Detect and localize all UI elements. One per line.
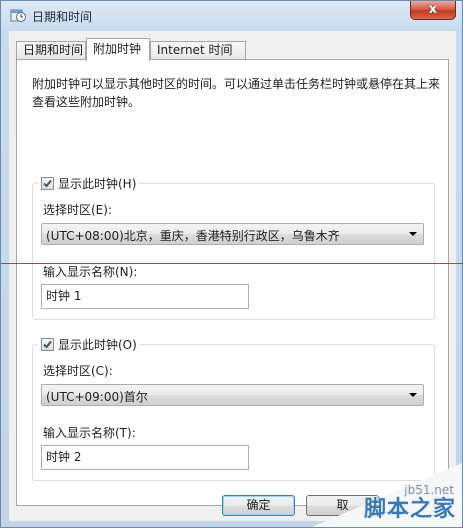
tab-additional-clocks[interactable]: 附加时钟 bbox=[86, 38, 150, 61]
annotation-line bbox=[1, 263, 463, 264]
close-icon: x bbox=[428, 2, 438, 17]
tab-date-time[interactable]: 日期和时间 bbox=[16, 41, 86, 60]
dialog-body: 日期和时间 附加时钟 Internet 时间 附加时钟可以显示其他时区的时间。可… bbox=[9, 31, 456, 521]
clock2-name-input[interactable]: 时钟 2 bbox=[41, 445, 249, 470]
title-bar[interactable]: 日期和时间 x bbox=[1, 1, 462, 31]
clock2-name-label: 输入显示名称(T): bbox=[43, 426, 136, 440]
clock1-name-input[interactable]: 时钟 1 bbox=[41, 284, 249, 309]
dropdown-arrow-icon bbox=[409, 393, 417, 397]
watermark-name: 脚本之家 bbox=[363, 497, 456, 522]
clock1-timezone-select[interactable]: (UTC+08:00)北京，重庆，香港特别行政区，乌鲁木齐 bbox=[41, 223, 424, 245]
watermark: jb51.net 脚本之家 bbox=[312, 463, 462, 527]
clock1-header: 显示此时钟(H) bbox=[38, 175, 140, 192]
description-text: 附加时钟可以显示其他时区的时间。可以通过单击任务栏时钟或悬停在其上来查看这些附加… bbox=[32, 77, 441, 109]
clock1-group: 显示此时钟(H) 选择时区(E): (UTC+08:00)北京，重庆，香港特别行… bbox=[32, 175, 435, 320]
date-time-dialog: 日期和时间 x 日期和时间 附加时钟 Internet 时间 附加时钟可以显示其… bbox=[0, 0, 463, 528]
tab-internet-time[interactable]: Internet 时间 bbox=[150, 41, 246, 60]
clock2-timezone-label: 选择时区(C): bbox=[43, 364, 113, 378]
ok-button[interactable]: 确定 bbox=[222, 495, 295, 516]
clock1-timezone-value: (UTC+08:00)北京，重庆，香港特别行政区，乌鲁木齐 bbox=[46, 229, 340, 243]
clock1-name-label: 输入显示名称(N): bbox=[43, 265, 138, 279]
clock1-checkbox[interactable] bbox=[41, 176, 54, 190]
clock2-checkbox-label[interactable]: 显示此时钟(O) bbox=[58, 336, 137, 353]
clock1-timezone-label: 选择时区(E): bbox=[43, 203, 112, 217]
checkmark-icon bbox=[43, 179, 52, 187]
window-title: 日期和时间 bbox=[32, 10, 93, 24]
close-button[interactable]: x bbox=[410, 1, 456, 20]
dropdown-arrow-icon bbox=[409, 232, 417, 236]
tab-page-additional-clocks: 附加时钟可以显示其他时区的时间。可以通过单击任务栏时钟或悬停在其上来查看这些附加… bbox=[16, 59, 449, 506]
clock2-group: 显示此时钟(O) 选择时区(C): (UTC+09:00)首尔 输入显示名称(T… bbox=[32, 336, 435, 481]
checkmark-icon bbox=[43, 340, 52, 348]
clock2-timezone-value: (UTC+09:00)首尔 bbox=[46, 390, 148, 404]
clock2-checkbox[interactable] bbox=[41, 337, 54, 351]
clock1-checkbox-label[interactable]: 显示此时钟(H) bbox=[58, 175, 136, 192]
clock2-header: 显示此时钟(O) bbox=[38, 336, 140, 352]
clock2-timezone-select[interactable]: (UTC+09:00)首尔 bbox=[41, 384, 424, 406]
clock-settings-icon bbox=[10, 7, 26, 23]
